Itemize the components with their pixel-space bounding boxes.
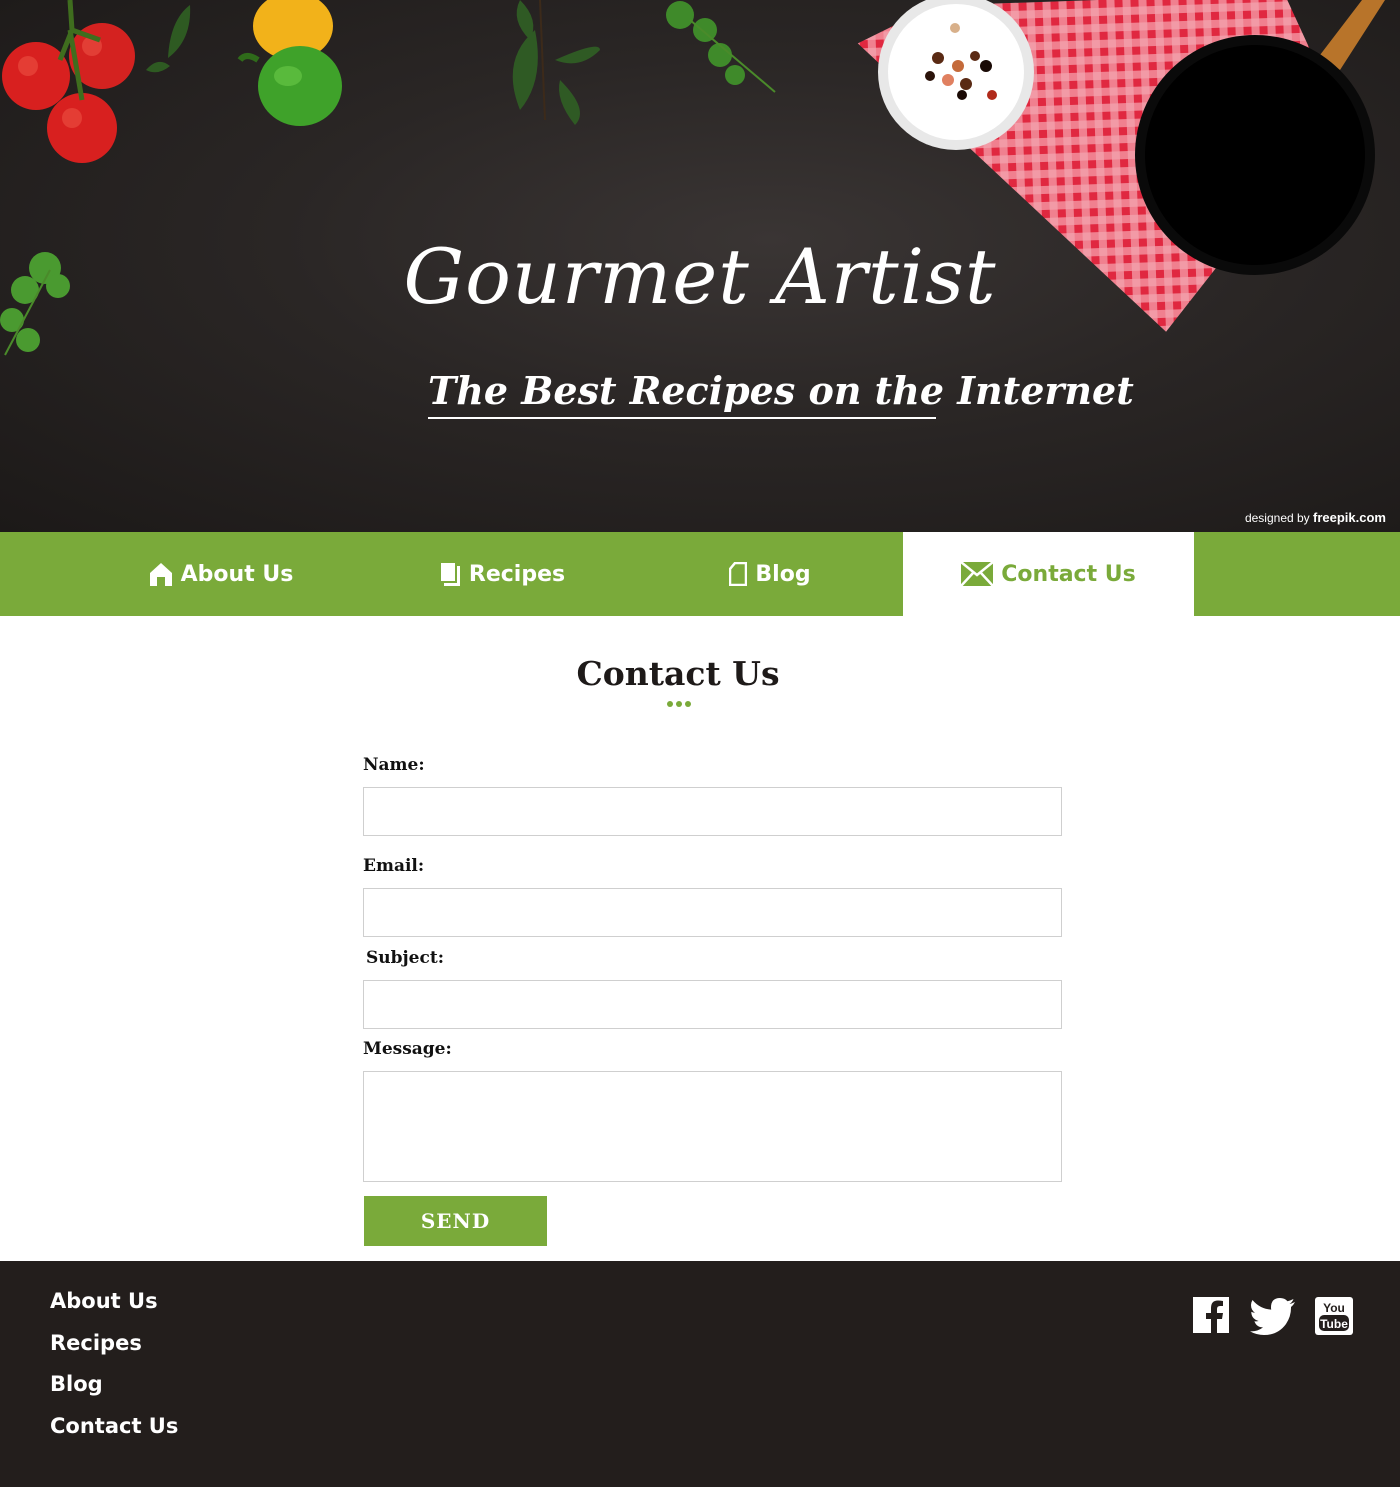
nav-label: About Us — [180, 561, 294, 587]
parsley-illustration — [666, 1, 776, 93]
pepper-illustration — [237, 0, 342, 126]
footer-link-blog[interactable]: Blog — [50, 1372, 103, 1396]
nav-item-about-us[interactable]: About Us — [116, 532, 326, 616]
title-divider-dots — [667, 701, 691, 707]
send-button[interactable]: SEND — [364, 1196, 547, 1246]
message-textarea[interactable] — [363, 1071, 1062, 1182]
hero-banner: Gourmet Artist The Best Recipes on the I… — [0, 0, 1400, 532]
svg-text:Tube: Tube — [1320, 1317, 1348, 1331]
footer-link-about-us[interactable]: About Us — [50, 1289, 158, 1313]
svg-text:You: You — [1323, 1301, 1345, 1315]
site-title: Gourmet Artist — [403, 232, 997, 321]
subject-label: Subject: — [366, 948, 444, 968]
pages-icon — [438, 561, 461, 587]
site-footer: About Us Recipes Blog Contact Us You Tube — [0, 1261, 1400, 1487]
tagline-underline — [428, 417, 936, 419]
credit-prefix: designed by — [1244, 511, 1310, 525]
envelope-icon — [961, 562, 994, 586]
name-label: Name: — [363, 755, 425, 775]
youtube-icon[interactable]: You Tube — [1315, 1297, 1353, 1340]
nav-label: Recipes — [468, 561, 566, 587]
nav-item-recipes[interactable]: Recipes — [402, 532, 602, 616]
designer-credit[interactable]: designed by freepik.com — [1245, 510, 1386, 525]
footer-link-contact-us[interactable]: Contact Us — [50, 1414, 178, 1438]
twitter-icon[interactable] — [1250, 1297, 1296, 1340]
footer-link-recipes[interactable]: Recipes — [50, 1331, 142, 1355]
document-icon — [729, 562, 748, 586]
site-tagline: The Best Recipes on the Internet — [428, 368, 1134, 413]
message-label: Message: — [363, 1039, 452, 1059]
tomato-illustration — [2, 0, 135, 163]
home-icon — [149, 562, 173, 586]
facebook-icon[interactable] — [1193, 1297, 1229, 1338]
nav-item-contact-us[interactable]: Contact Us — [903, 532, 1194, 616]
nav-item-blog[interactable]: Blog — [700, 532, 840, 616]
main-navigation: About Us Recipes Blog Contact Us — [0, 532, 1400, 616]
credit-brand: freepik.com — [1313, 510, 1386, 525]
page-title: Contact Us — [576, 654, 780, 693]
nav-label: Contact Us — [1001, 561, 1136, 587]
name-input[interactable] — [363, 787, 1062, 836]
subject-input[interactable] — [363, 980, 1062, 1029]
nav-label: Blog — [755, 561, 811, 587]
email-input[interactable] — [363, 888, 1062, 937]
bay-leaves-illustration — [512, 0, 600, 125]
email-label: Email: — [363, 856, 425, 876]
